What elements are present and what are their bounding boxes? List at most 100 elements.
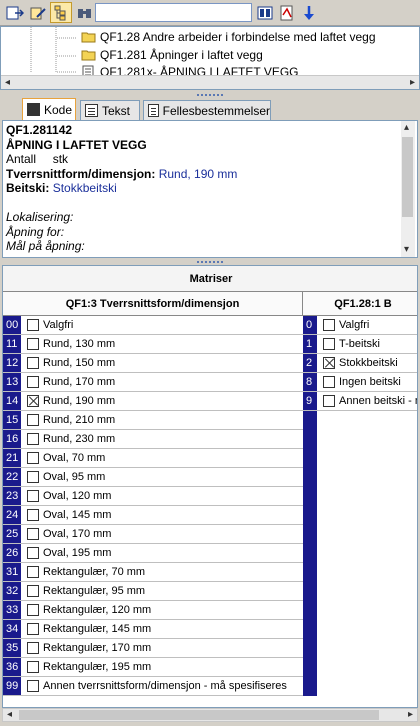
tab-tekst[interactable]: Tekst <box>80 100 140 120</box>
row-checkbox[interactable] <box>323 319 335 331</box>
tab-fellesbestemmelser[interactable]: Fellesbestemmelser <box>143 100 271 120</box>
scroll-left-icon[interactable]: ◂ <box>5 78 10 88</box>
matrix-row[interactable]: 32 Rektangulær, 95 mm <box>3 582 303 601</box>
scroll-right-icon[interactable]: ▸ <box>410 78 415 88</box>
scroll-down-icon[interactable]: ▾ <box>404 245 409 255</box>
search-input[interactable] <box>95 3 252 22</box>
row-label: Rektangulær, 70 mm <box>43 566 146 578</box>
scroll-up-icon[interactable]: ▴ <box>404 123 409 133</box>
tab-kode[interactable]: Kode <box>22 98 76 120</box>
matrix-row[interactable]: 00 Valgfri <box>3 316 303 335</box>
row-checkbox[interactable] <box>27 471 39 483</box>
pdf-icon[interactable] <box>276 2 298 23</box>
folder-icon <box>81 48 96 64</box>
row-code: 35 <box>6 642 19 654</box>
matrix-row[interactable]: 33 Rektangulær, 120 mm <box>3 601 303 620</box>
tree-item[interactable]: QF1.281 Åpninger i laftet vegg <box>1 46 419 64</box>
edit-icon[interactable] <box>27 2 49 23</box>
property-label: Beitski: <box>6 181 50 196</box>
unit-value: stk <box>52 152 69 167</box>
row-code: 1 <box>306 338 313 350</box>
row-code: 11 <box>6 338 18 350</box>
row-checkbox[interactable] <box>27 566 39 578</box>
matrix-row[interactable]: 16 Rund, 230 mm <box>3 430 303 449</box>
matrix-row[interactable]: 8 Ingen beitski <box>303 373 417 392</box>
scroll-left-icon[interactable]: ◂ <box>7 710 12 720</box>
matrix-row[interactable]: 25 Oval, 170 mm <box>3 525 303 544</box>
scroll-thumb[interactable] <box>402 137 413 217</box>
row-checkbox[interactable] <box>27 642 39 654</box>
row-checkbox[interactable] <box>323 395 335 407</box>
row-checkbox[interactable] <box>27 547 39 559</box>
description-vertical-scrollbar[interactable]: ▴ ▾ <box>401 121 415 257</box>
matrix-row[interactable]: 26 Oval, 195 mm <box>3 544 303 563</box>
row-code: 24 <box>6 509 19 521</box>
row-checkbox[interactable] <box>27 661 39 673</box>
bookmark-icon[interactable] <box>254 2 276 23</box>
row-checkbox[interactable] <box>27 490 39 502</box>
tree-item-label: QF1.281 Åpninger i laftet vegg <box>100 48 263 62</box>
matrix-row[interactable]: 22 Oval, 95 mm <box>3 468 303 487</box>
code-icon <box>27 103 40 116</box>
row-checkbox[interactable] <box>27 623 39 635</box>
row-label: Ingen beitski <box>339 376 401 388</box>
matrix-row[interactable]: 11 Rund, 130 mm <box>3 335 303 354</box>
toolbar <box>0 0 420 26</box>
row-checkbox[interactable] <box>27 433 39 445</box>
matrix-row[interactable]: 34 Rektangulær, 145 mm <box>3 620 303 639</box>
matrix-row[interactable]: 36 Rektangulær, 195 mm <box>3 658 303 677</box>
row-code: 25 <box>6 528 19 540</box>
row-checkbox[interactable] <box>323 338 335 350</box>
matrix-row[interactable]: 31 Rektangulær, 70 mm <box>3 563 303 582</box>
row-code: 32 <box>6 585 19 597</box>
row-checkbox[interactable] <box>27 509 39 521</box>
matrix-row[interactable]: 12 Rund, 150 mm <box>3 354 303 373</box>
row-checkbox[interactable] <box>27 338 39 350</box>
row-checkbox[interactable] <box>27 357 39 369</box>
row-label: Rund, 150 mm <box>43 357 116 369</box>
row-checkbox[interactable] <box>323 357 335 369</box>
row-checkbox[interactable] <box>27 395 39 407</box>
row-code: 00 <box>6 319 19 331</box>
row-label: Annen beitski - m <box>339 395 418 407</box>
matrix-row[interactable]: 21 Oval, 70 mm <box>3 449 303 468</box>
matrix-row[interactable]: 24 Oval, 145 mm <box>3 506 303 525</box>
matrix-row[interactable]: 0 Valgfri <box>303 316 417 335</box>
matrix-row[interactable]: 13 Rund, 170 mm <box>3 373 303 392</box>
row-code: 22 <box>6 471 19 483</box>
export-icon[interactable] <box>4 2 26 23</box>
matrix-horizontal-scrollbar[interactable]: ◂ ▸ <box>2 708 418 722</box>
row-checkbox[interactable] <box>27 376 39 388</box>
scroll-thumb[interactable] <box>19 710 379 720</box>
row-code: 0 <box>306 319 313 331</box>
matrix-row[interactable]: 99 Annen tverrsnittsform/dimensjon - må s… <box>3 677 303 696</box>
tab-label: Kode <box>44 102 73 117</box>
row-checkbox[interactable] <box>27 528 39 540</box>
row-checkbox[interactable] <box>27 604 39 616</box>
tab-label: Fellesbestemmelser <box>162 103 270 118</box>
row-code: 31 <box>6 566 19 578</box>
arrow-down-icon[interactable] <box>298 2 320 23</box>
binoculars-icon[interactable] <box>74 2 96 23</box>
tree-horizontal-scrollbar[interactable]: ◂ ▸ <box>1 75 419 89</box>
matrix-row[interactable]: 9 Annen beitski - m <box>303 392 418 411</box>
row-checkbox[interactable] <box>323 376 335 388</box>
row-code: 26 <box>6 547 19 559</box>
tree-item[interactable]: QF1.28 Andre arbeider i forbindelse med … <box>1 28 419 46</box>
row-checkbox[interactable] <box>27 680 39 692</box>
matrix-row[interactable]: 1 T-beitski <box>303 335 417 354</box>
row-checkbox[interactable] <box>27 319 39 331</box>
item-code: QF1.281142 <box>6 123 73 137</box>
property-label: Tverrsnittform/dimensjon: <box>6 166 156 181</box>
matrix-row[interactable]: 23 Oval, 120 mm <box>3 487 303 506</box>
row-checkbox[interactable] <box>27 585 39 597</box>
row-checkbox[interactable] <box>27 452 39 464</box>
matrix-row[interactable]: 35 Rektangulær, 170 mm <box>3 639 303 658</box>
tree-view-icon[interactable] <box>50 2 72 23</box>
matrix-row[interactable]: 2 Stokkbeitski <box>303 354 417 373</box>
scroll-right-icon[interactable]: ▸ <box>408 710 413 720</box>
row-label: Rund, 210 mm <box>43 414 116 426</box>
row-checkbox[interactable] <box>27 414 39 426</box>
matrix-row[interactable]: 15 Rund, 210 mm <box>3 411 303 430</box>
matrix-row[interactable]: 14 Rund, 190 mm <box>3 392 303 411</box>
